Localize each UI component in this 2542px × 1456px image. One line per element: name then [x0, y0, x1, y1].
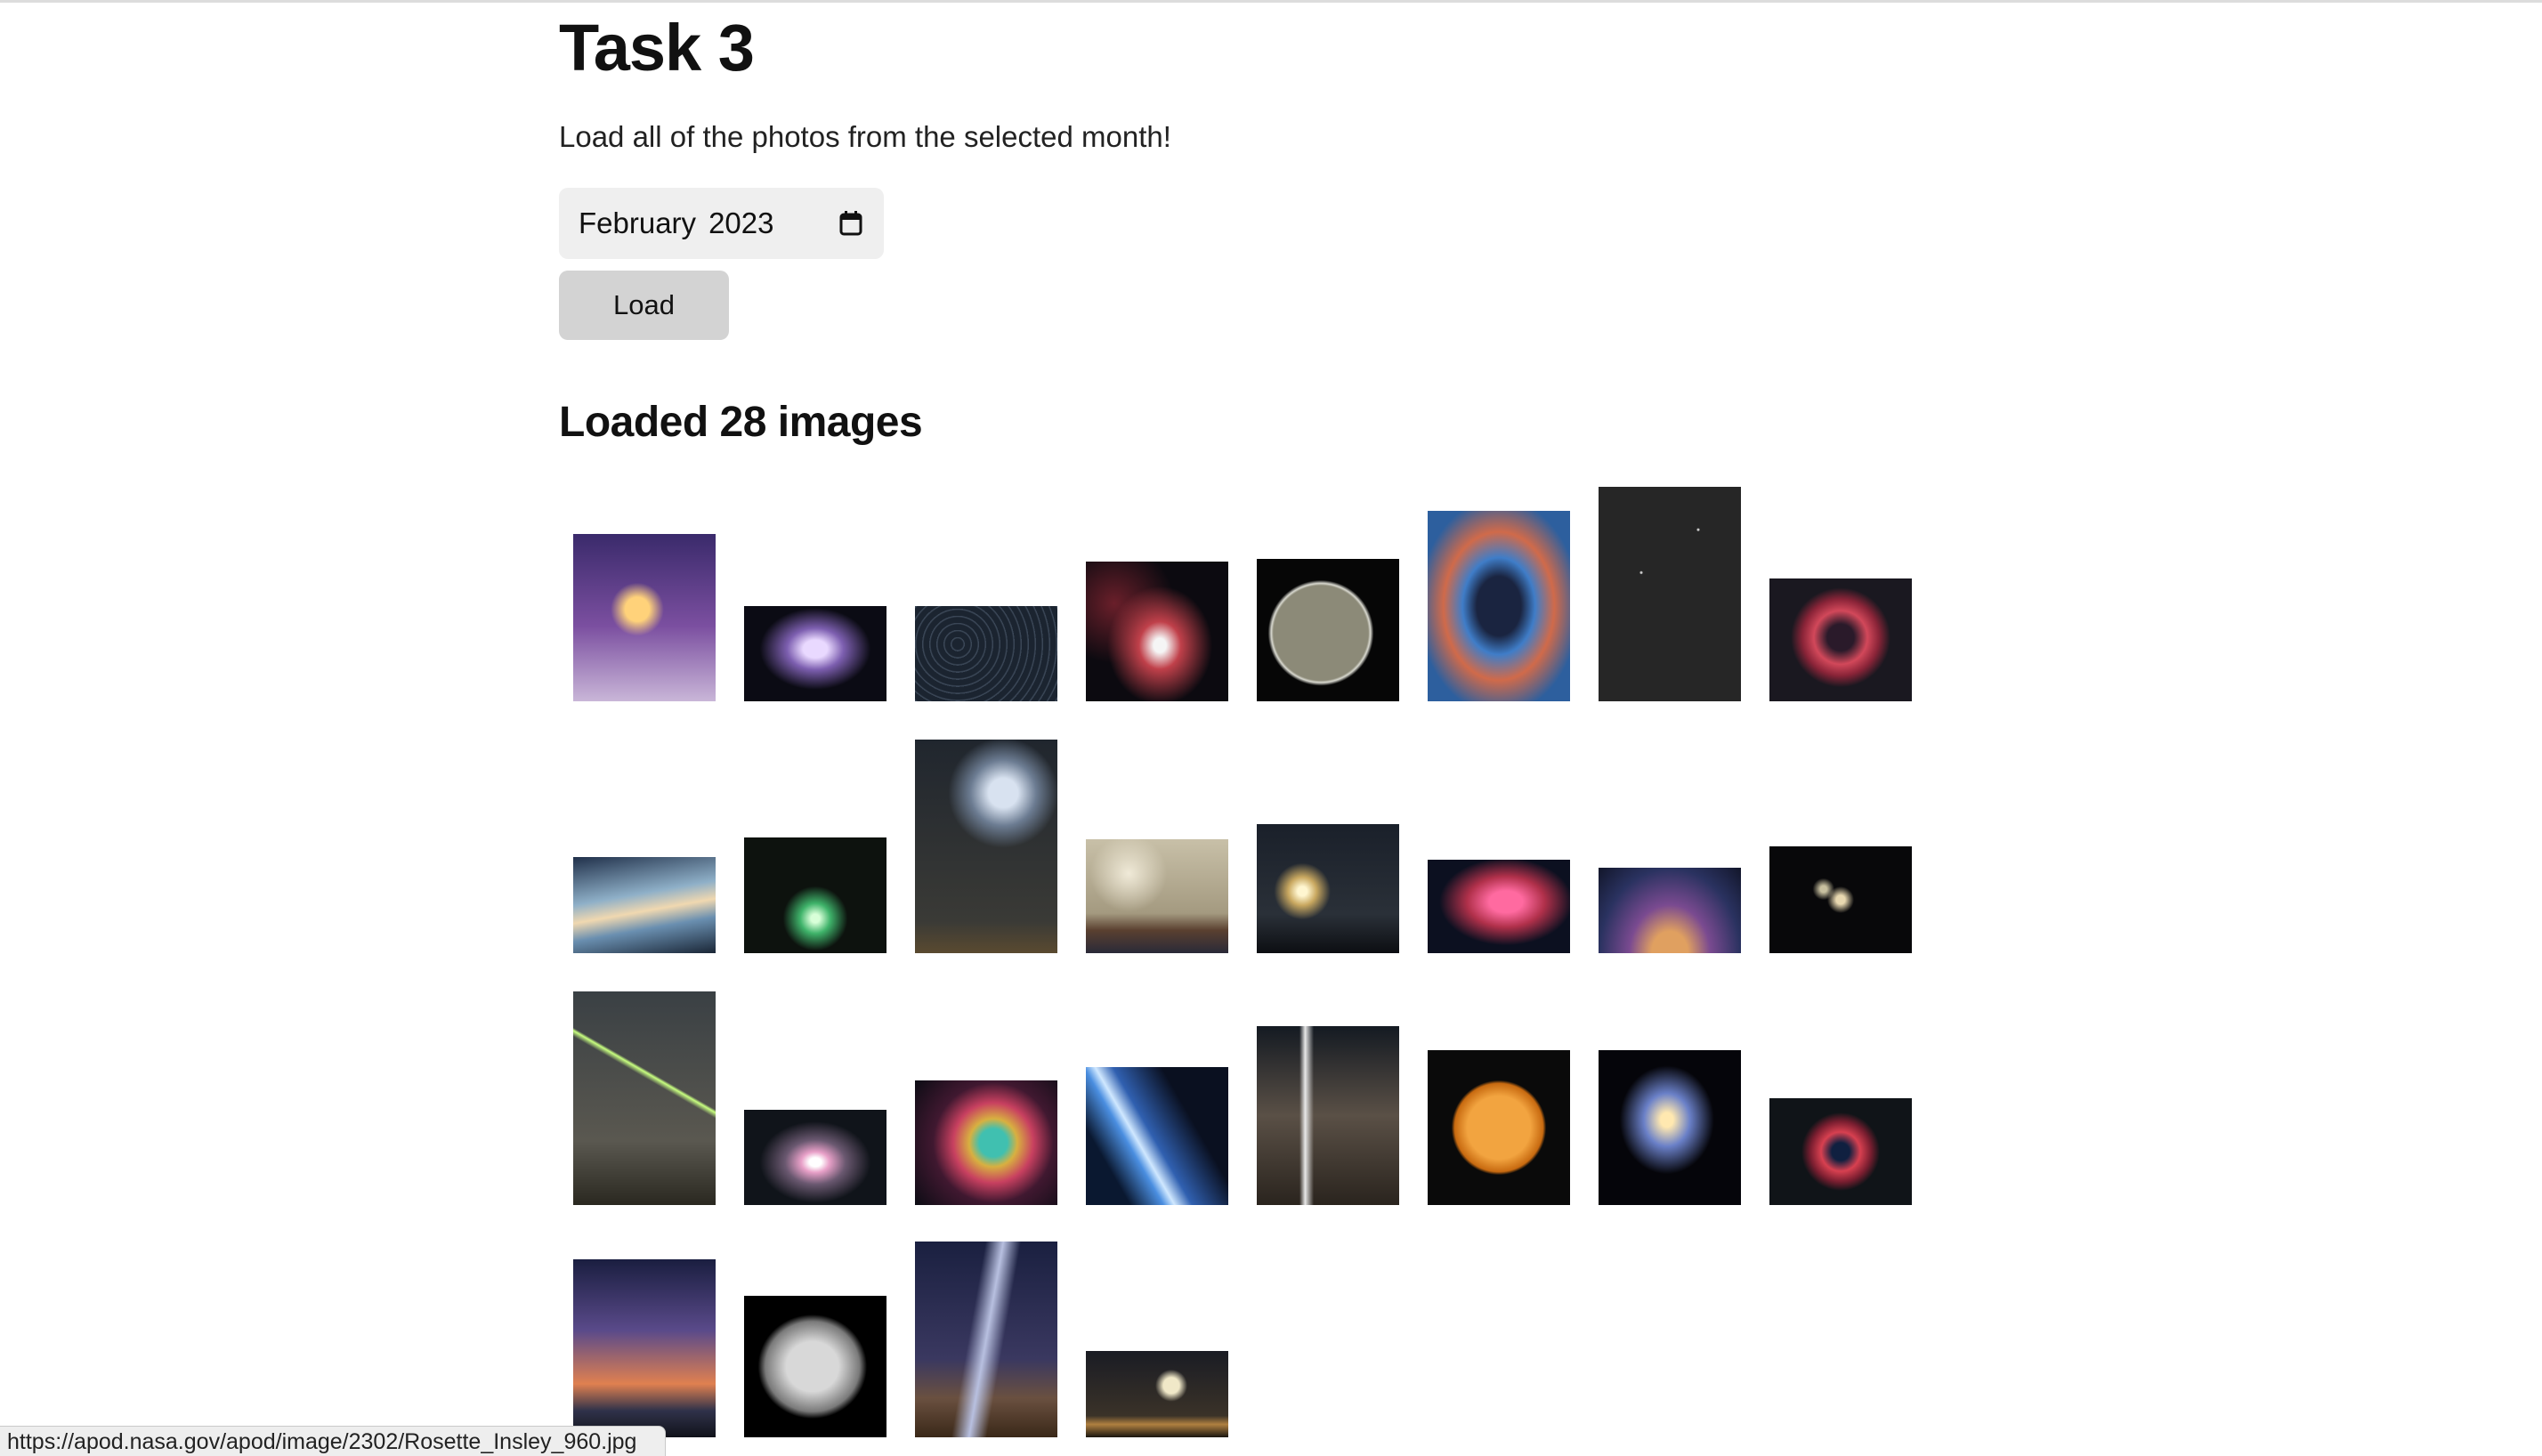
results-heading: Loaded 28 images [559, 399, 923, 446]
month-input[interactable]: February 2023 [559, 188, 884, 259]
photo-thumbnail[interactable] [573, 991, 716, 1205]
photo-thumbnail[interactable] [1428, 511, 1570, 701]
page-title: Task 3 [559, 11, 755, 85]
top-border [0, 0, 2542, 3]
photo-thumbnail[interactable] [915, 606, 1057, 701]
photo-thumbnail[interactable] [573, 857, 716, 953]
status-bar-url: https://apod.nasa.gov/apod/image/2302/Ro… [0, 1426, 666, 1456]
year-value: 2023 [708, 206, 774, 239]
photo-thumbnail[interactable] [1599, 868, 1741, 953]
photo-thumbnail[interactable] [1086, 562, 1228, 701]
photo-thumbnail[interactable] [1086, 839, 1228, 953]
calendar-icon[interactable] [839, 209, 862, 236]
photo-thumbnail[interactable] [1428, 860, 1570, 953]
photo-thumbnail[interactable] [1257, 1026, 1399, 1205]
photo-thumbnail[interactable] [1769, 1098, 1912, 1205]
page-description: Load all of the photos from the selected… [559, 120, 1171, 153]
photo-thumbnail[interactable] [744, 1296, 886, 1437]
photo-thumbnail[interactable] [1599, 1050, 1741, 1205]
photo-thumbnail[interactable] [744, 1110, 886, 1205]
photo-thumbnail[interactable] [915, 1242, 1057, 1437]
photo-thumbnail[interactable] [915, 1080, 1057, 1205]
photo-thumbnail[interactable] [1086, 1351, 1228, 1437]
photo-thumbnail[interactable] [1769, 846, 1912, 953]
photo-thumbnail[interactable] [573, 534, 716, 701]
photo-thumbnail[interactable] [1257, 559, 1399, 701]
photo-thumbnail[interactable] [1257, 824, 1399, 953]
photo-thumbnail[interactable] [573, 1259, 716, 1437]
photo-thumbnail[interactable] [744, 606, 886, 701]
photo-thumbnail[interactable] [744, 837, 886, 953]
photo-thumbnail[interactable] [915, 740, 1057, 953]
photo-thumbnail[interactable] [1428, 1050, 1570, 1205]
photo-thumbnail[interactable] [1599, 487, 1741, 701]
photo-thumbnail[interactable] [1086, 1067, 1228, 1205]
load-button[interactable]: Load [559, 271, 729, 340]
month-value: February [579, 206, 697, 239]
photo-thumbnail[interactable] [1769, 578, 1912, 701]
